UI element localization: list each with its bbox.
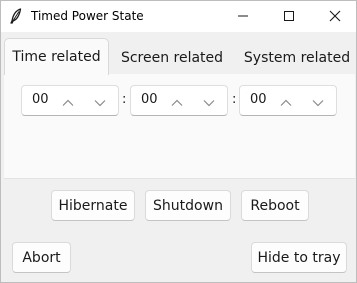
minutes-spinbox[interactable]: 00 (130, 85, 228, 116)
hide-to-tray-button[interactable]: Hide to tray (251, 242, 347, 273)
chevron-down-icon (94, 92, 106, 111)
chevron-up-icon (280, 92, 292, 111)
close-button[interactable] (312, 1, 357, 32)
close-icon (329, 7, 341, 26)
tab-system-related[interactable]: System related (236, 41, 357, 75)
minimize-icon (237, 7, 249, 26)
chevron-down-icon (203, 92, 215, 111)
seconds-value[interactable]: 00 (250, 92, 267, 107)
seconds-increment-button[interactable] (277, 92, 295, 110)
hours-increment-button[interactable] (59, 92, 77, 110)
tab-time-related[interactable]: Time related (4, 38, 109, 75)
hibernate-button[interactable]: Hibernate (51, 190, 135, 221)
minutes-increment-button[interactable] (168, 92, 186, 110)
time-separator: : (122, 92, 127, 107)
hours-decrement-button[interactable] (91, 92, 109, 110)
reboot-button[interactable]: Reboot (241, 190, 309, 221)
chevron-down-icon (312, 92, 324, 111)
minutes-value[interactable]: 00 (141, 92, 158, 107)
seconds-spinbox[interactable]: 00 (239, 85, 337, 116)
hours-value[interactable]: 00 (32, 92, 49, 107)
minimize-button[interactable] (220, 1, 266, 32)
tab-strip: Time related Screen related System relat… (4, 38, 357, 75)
minutes-decrement-button[interactable] (200, 92, 218, 110)
app-window: Timed Power State Time related Screen re… (0, 0, 357, 283)
time-separator: : (232, 92, 237, 107)
maximize-button[interactable] (266, 1, 312, 32)
shutdown-button[interactable]: Shutdown (145, 190, 231, 221)
tab-screen-related[interactable]: Screen related (116, 41, 228, 75)
title-bar[interactable]: Timed Power State (1, 1, 356, 32)
window-title: Timed Power State (31, 9, 144, 23)
abort-button[interactable]: Abort (12, 242, 71, 273)
maximize-icon (283, 7, 295, 26)
time-panel: 00 : 00: 00 (4, 74, 355, 179)
seconds-decrement-button[interactable] (309, 92, 327, 110)
feather-icon (9, 8, 23, 24)
chevron-up-icon (171, 92, 183, 111)
hours-spinbox[interactable]: 00 (21, 85, 119, 116)
chevron-up-icon (62, 92, 74, 111)
